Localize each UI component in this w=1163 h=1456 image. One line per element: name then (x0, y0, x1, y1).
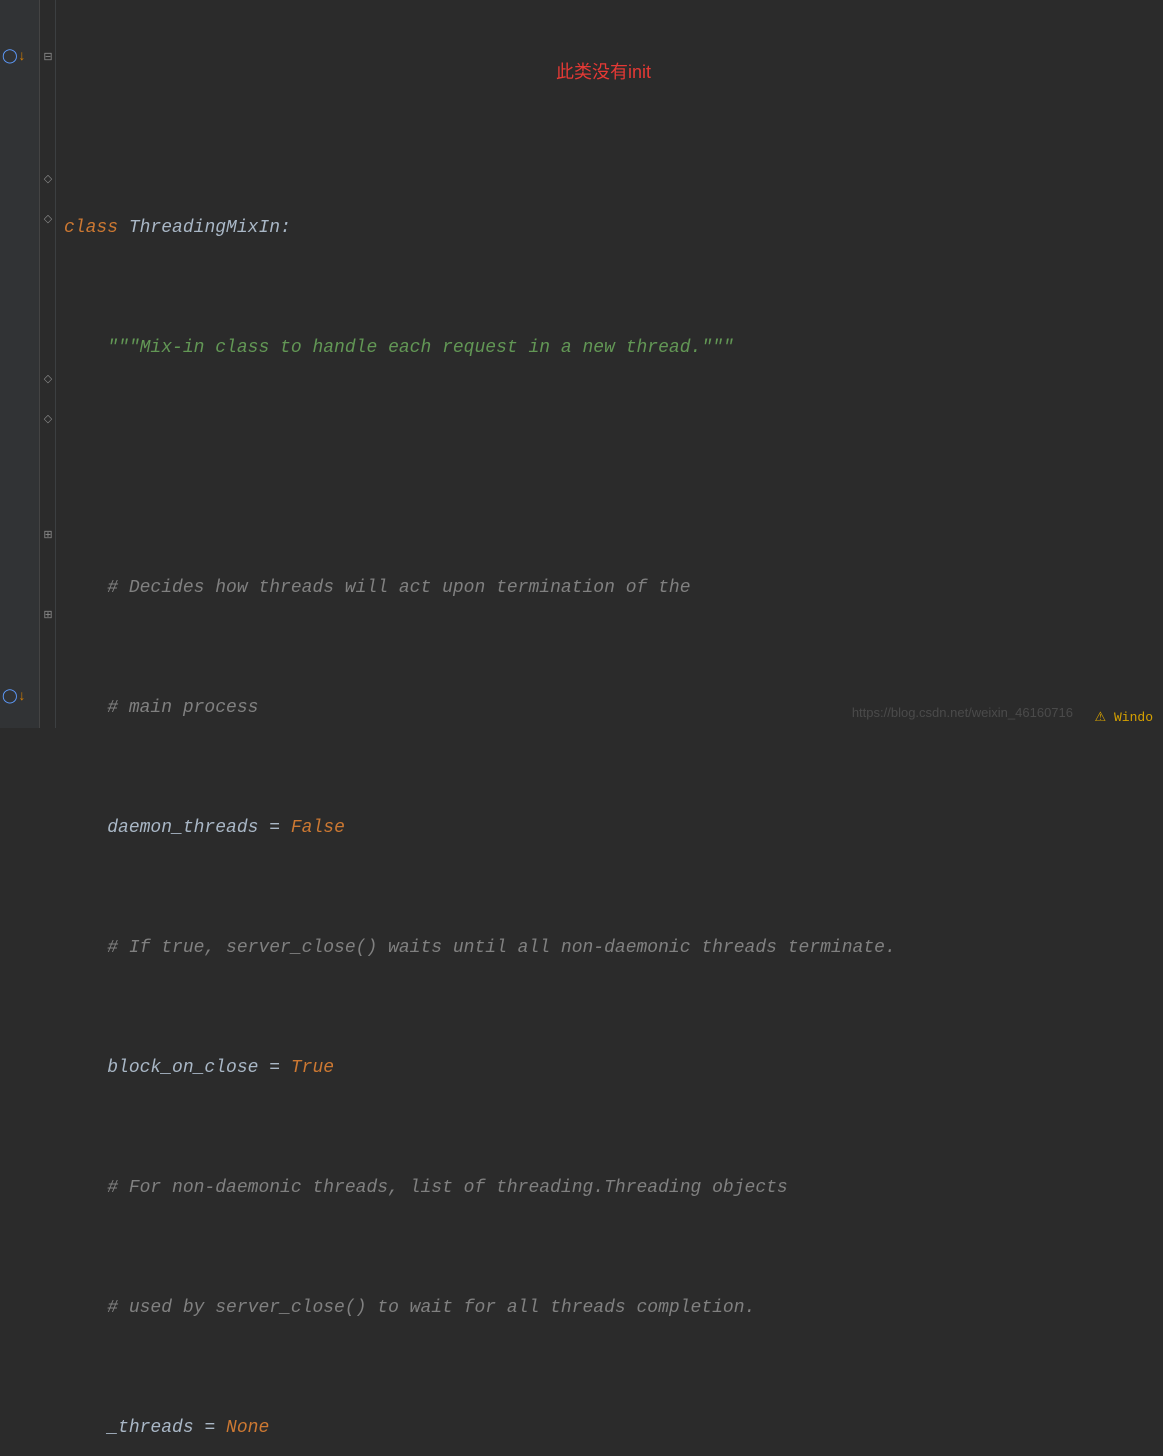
modified-line-icon[interactable]: ◯↓ (2, 48, 26, 65)
fold-gutter: ⊟ ◇ ◇ ◇ ◇ ⊞ ⊞ (40, 0, 56, 728)
comment: # For non-daemonic threads, list of thre… (107, 1178, 788, 1198)
fold-plus-icon[interactable]: ⊞ (42, 610, 54, 622)
code-content[interactable]: 此类没有init class ThreadingMixIn: """Mix-in… (56, 0, 1163, 728)
comment: # main process (107, 698, 258, 718)
fold-plus-icon[interactable]: ⊞ (42, 530, 54, 542)
literal-false: False (291, 818, 345, 838)
comment: # Decides how threads will act upon term… (107, 578, 690, 598)
comment: # used by server_close() to wait for all… (107, 1298, 755, 1318)
left-gutter: ◯↓ ◯↓ (0, 0, 40, 728)
watermark-text: https://blog.csdn.net/weixin_46160716 (852, 705, 1073, 720)
var-name: daemon_threads (107, 818, 258, 838)
fold-minus-icon[interactable]: ⊟ (42, 52, 54, 64)
annotation-label: 此类没有init (556, 52, 651, 92)
code-editor[interactable]: ◯↓ ◯↓ ⊟ ◇ ◇ ◇ ◇ ⊞ ⊞ 此类没有init class Threa… (0, 0, 1163, 728)
ide-status-fragment: ⚠ Windo (1095, 710, 1153, 725)
fold-region-icon[interactable]: ◇ (42, 374, 54, 386)
var-name: block_on_close (107, 1058, 258, 1078)
fold-region-end-icon[interactable]: ◇ (42, 214, 54, 226)
fold-region-end-icon[interactable]: ◇ (42, 414, 54, 426)
fold-region-icon[interactable]: ◇ (42, 174, 54, 186)
literal-none: None (226, 1418, 269, 1438)
keyword-class: class (64, 218, 118, 238)
docstring: """Mix-in class to handle each request i… (107, 338, 734, 358)
var-name: _threads (107, 1418, 193, 1438)
class-name: ThreadingMixIn (129, 218, 280, 238)
literal-true: True (291, 1058, 334, 1078)
comment: # If true, server_close() waits until al… (107, 938, 896, 958)
modified-line-icon[interactable]: ◯↓ (2, 688, 26, 705)
